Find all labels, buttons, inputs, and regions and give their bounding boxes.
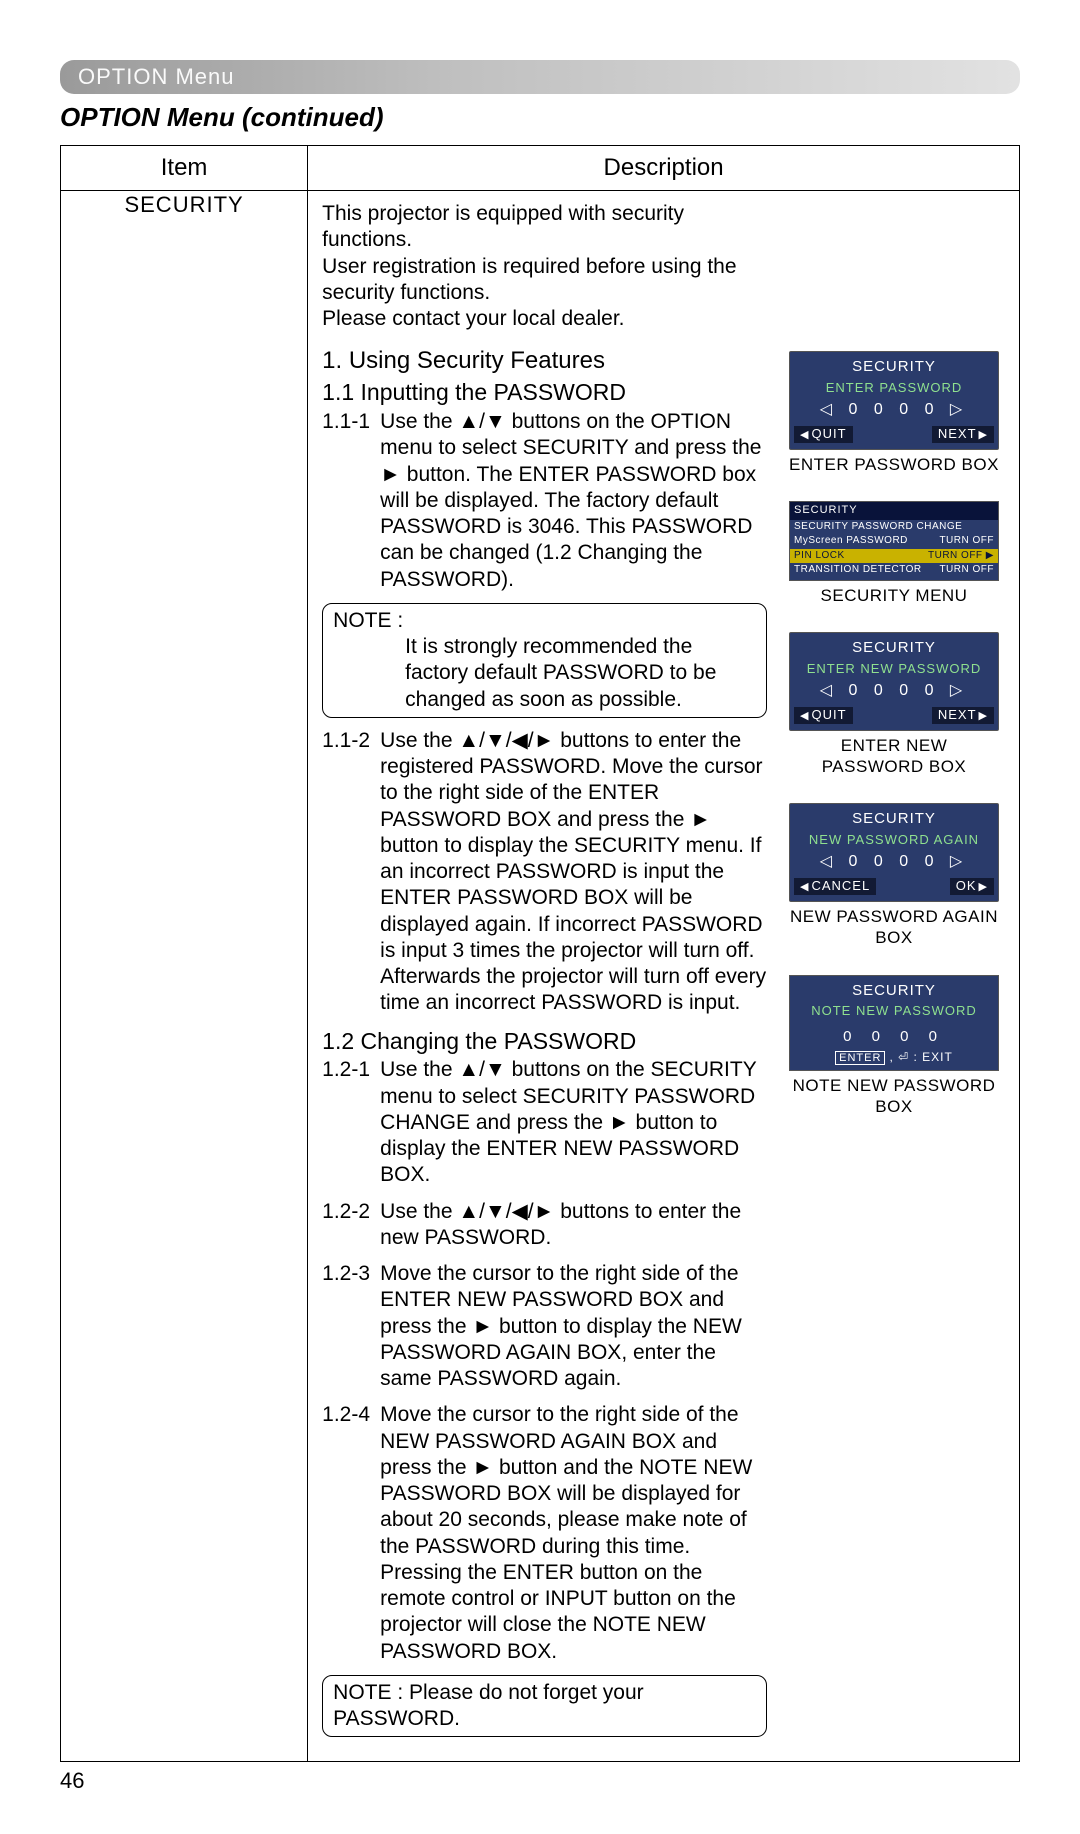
step-1-1-1: 1.1-1 Use the ▲/▼ buttons on the OPTION …	[322, 409, 767, 593]
desc-cell: This projector is equipped with security…	[308, 191, 1020, 1762]
osd-enter-new-password: SECURITY ENTER NEW PASSWORD ◁ 0 0 0 0 ▷ …	[789, 632, 999, 777]
osd-note-new-password-digits: 0 0 0 0	[794, 1024, 994, 1051]
osd-new-password-again-ok: OK	[950, 878, 994, 895]
osd-new-password-again-cancel: CANCEL	[794, 878, 876, 895]
osd-new-password-again-sub: NEW PASSWORD AGAIN	[794, 831, 994, 852]
step-1-2-1-no: 1.2-1	[322, 1057, 370, 1083]
osd-note-new-password: SECURITY NOTE NEW PASSWORD 0 0 0 0 ENTER…	[789, 975, 999, 1118]
step-1-2-4-body: Move the cursor to the right side of the…	[322, 1402, 767, 1665]
step-1-2-1: 1.2-1 Use the ▲/▼ buttons on the SECURIT…	[322, 1057, 767, 1188]
osd-note-new-password-exit: ENTER, ⏎ : EXIT	[794, 1050, 994, 1066]
step-1-2-2-body: Use the ▲/▼/◀/► buttons to enter the new…	[322, 1199, 767, 1252]
step-1-2-2-no: 1.2-2	[322, 1199, 370, 1225]
step-1-2-3-no: 1.2-3	[322, 1261, 370, 1287]
osd-security-menu-title: SECURITY	[790, 502, 998, 520]
osd-security-menu-caption: SECURITY MENU	[789, 585, 999, 606]
step-1-2-4: 1.2-4 Move the cursor to the right side …	[322, 1402, 767, 1665]
item-cell-security: SECURITY	[61, 191, 308, 1762]
osd-enter-password-sub: ENTER PASSWORD	[794, 379, 994, 400]
osd-note-new-password-caption: NOTE NEW PASSWORD BOX	[789, 1075, 999, 1118]
note-1-label: NOTE :	[333, 609, 403, 632]
section-1-heading: 1. Using Security Features	[322, 346, 767, 376]
section-1-2-heading: 1.2 Changing the PASSWORD	[322, 1027, 767, 1056]
intro-text: This projector is equipped with security…	[322, 201, 767, 332]
osd-enter-new-password-caption: ENTER NEW PASSWORD BOX	[789, 735, 999, 778]
col-header-item: Item	[61, 146, 308, 191]
note-1: NOTE : It is strongly recommended the fa…	[322, 603, 767, 718]
osd-security-menu-row-0: SECURITY PASSWORD CHANGE	[790, 520, 998, 535]
osd-enter-password-title: SECURITY	[794, 356, 994, 379]
step-1-2-4-no: 1.2-4	[322, 1402, 370, 1428]
osd-security-menu: SECURITY SECURITY PASSWORD CHANGE MyScre…	[789, 501, 999, 606]
page-number: 46	[60, 1768, 1020, 1794]
osd-enter-new-password-next: NEXT	[932, 707, 994, 724]
osd-enter-password-next: NEXT	[932, 426, 994, 443]
osd-enter-new-password-sub: ENTER NEW PASSWORD	[794, 660, 994, 681]
breadcrumb-text: OPTION Menu	[78, 64, 234, 89]
step-1-1-2-no: 1.1-2	[322, 728, 370, 754]
osd-enter-password: SECURITY ENTER PASSWORD ◁ 0 0 0 0 ▷ QUIT…	[789, 351, 999, 475]
osd-note-new-password-title: SECURITY	[794, 980, 994, 1003]
osd-security-menu-row-3: TRANSITION DETECTORTURN OFF	[790, 563, 998, 578]
note-2: NOTE : Please do not forget your PASSWOR…	[322, 1675, 767, 1738]
osd-enter-new-password-quit: QUIT	[794, 707, 853, 724]
osd-enter-new-password-title: SECURITY	[794, 637, 994, 660]
breadcrumb: OPTION Menu	[60, 60, 1020, 94]
step-1-2-1-body: Use the ▲/▼ buttons on the SECURITY menu…	[322, 1057, 767, 1188]
step-1-2-3: 1.2-3 Move the cursor to the right side …	[322, 1261, 767, 1392]
osd-new-password-again-title: SECURITY	[794, 808, 994, 831]
section-1-1-heading: 1.1 Inputting the PASSWORD	[322, 378, 767, 407]
note-1-body: It is strongly recommended the factory d…	[333, 634, 756, 713]
step-1-1-2-body: Use the ▲/▼/◀/► buttons to enter the reg…	[322, 728, 767, 1017]
col-header-desc: Description	[308, 146, 1020, 191]
osd-note-new-password-sub: NOTE NEW PASSWORD	[794, 1002, 994, 1023]
osd-enter-password-digits: ◁ 0 0 0 0 ▷	[794, 400, 994, 420]
osd-new-password-again-caption: NEW PASSWORD AGAIN BOX	[789, 906, 999, 949]
osd-new-password-again-digits: ◁ 0 0 0 0 ▷	[794, 852, 994, 872]
osd-enter-new-password-digits: ◁ 0 0 0 0 ▷	[794, 681, 994, 701]
step-1-2-3-body: Move the cursor to the right side of the…	[322, 1261, 767, 1392]
osd-enter-password-caption: ENTER PASSWORD BOX	[789, 454, 999, 475]
page-title: OPTION Menu (continued)	[60, 102, 1020, 133]
step-1-2-2: 1.2-2 Use the ▲/▼/◀/► buttons to enter t…	[322, 1199, 767, 1252]
osd-enter-password-quit: QUIT	[794, 426, 853, 443]
osd-new-password-again: SECURITY NEW PASSWORD AGAIN ◁ 0 0 0 0 ▷ …	[789, 803, 999, 948]
osd-security-menu-row-2: PIN LOCKTURN OFF ▶	[790, 549, 998, 564]
step-1-1-2: 1.1-2 Use the ▲/▼/◀/► buttons to enter t…	[322, 728, 767, 1017]
step-1-1-1-body: Use the ▲/▼ buttons on the OPTION menu t…	[322, 409, 767, 593]
osd-security-menu-row-1: MyScreen PASSWORDTURN OFF	[790, 534, 998, 549]
step-1-1-1-no: 1.1-1	[322, 409, 370, 435]
option-table: Item Description SECURITY This projector…	[60, 145, 1020, 1762]
